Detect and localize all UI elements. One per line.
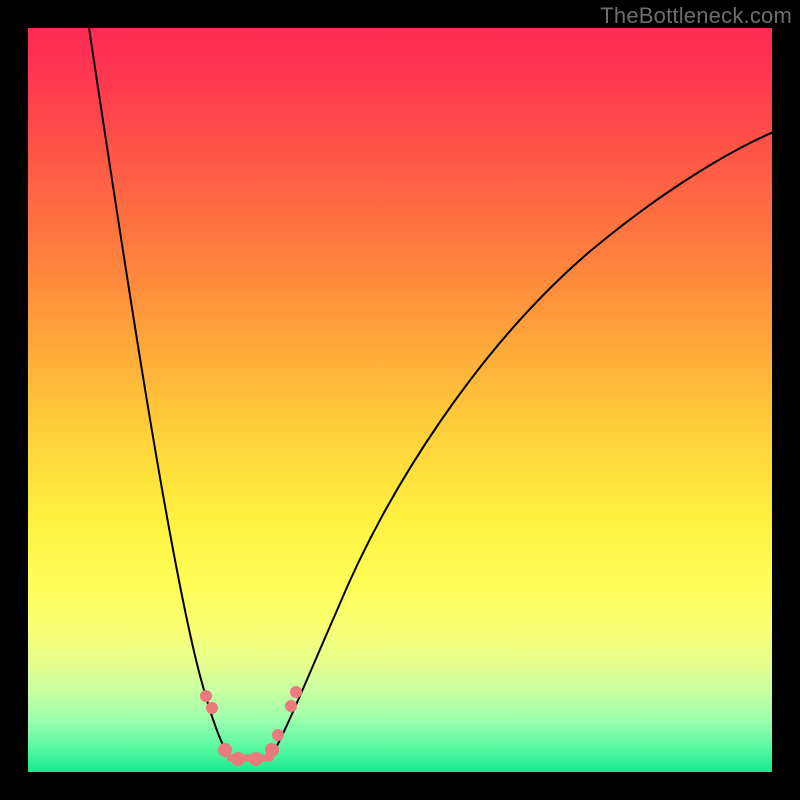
plot-area — [28, 28, 772, 772]
data-dot — [290, 686, 302, 698]
data-dot — [272, 729, 284, 741]
chart-svg — [28, 28, 772, 772]
curve-left-branch — [86, 28, 230, 758]
data-dot — [265, 743, 279, 757]
data-dot — [218, 743, 232, 757]
data-dot — [200, 690, 212, 702]
watermark-text: TheBottleneck.com — [600, 3, 792, 29]
data-dot — [285, 700, 297, 712]
data-dot — [206, 702, 218, 714]
data-dot — [249, 752, 263, 766]
data-dot — [231, 752, 245, 766]
curve-right-branch — [270, 128, 772, 758]
